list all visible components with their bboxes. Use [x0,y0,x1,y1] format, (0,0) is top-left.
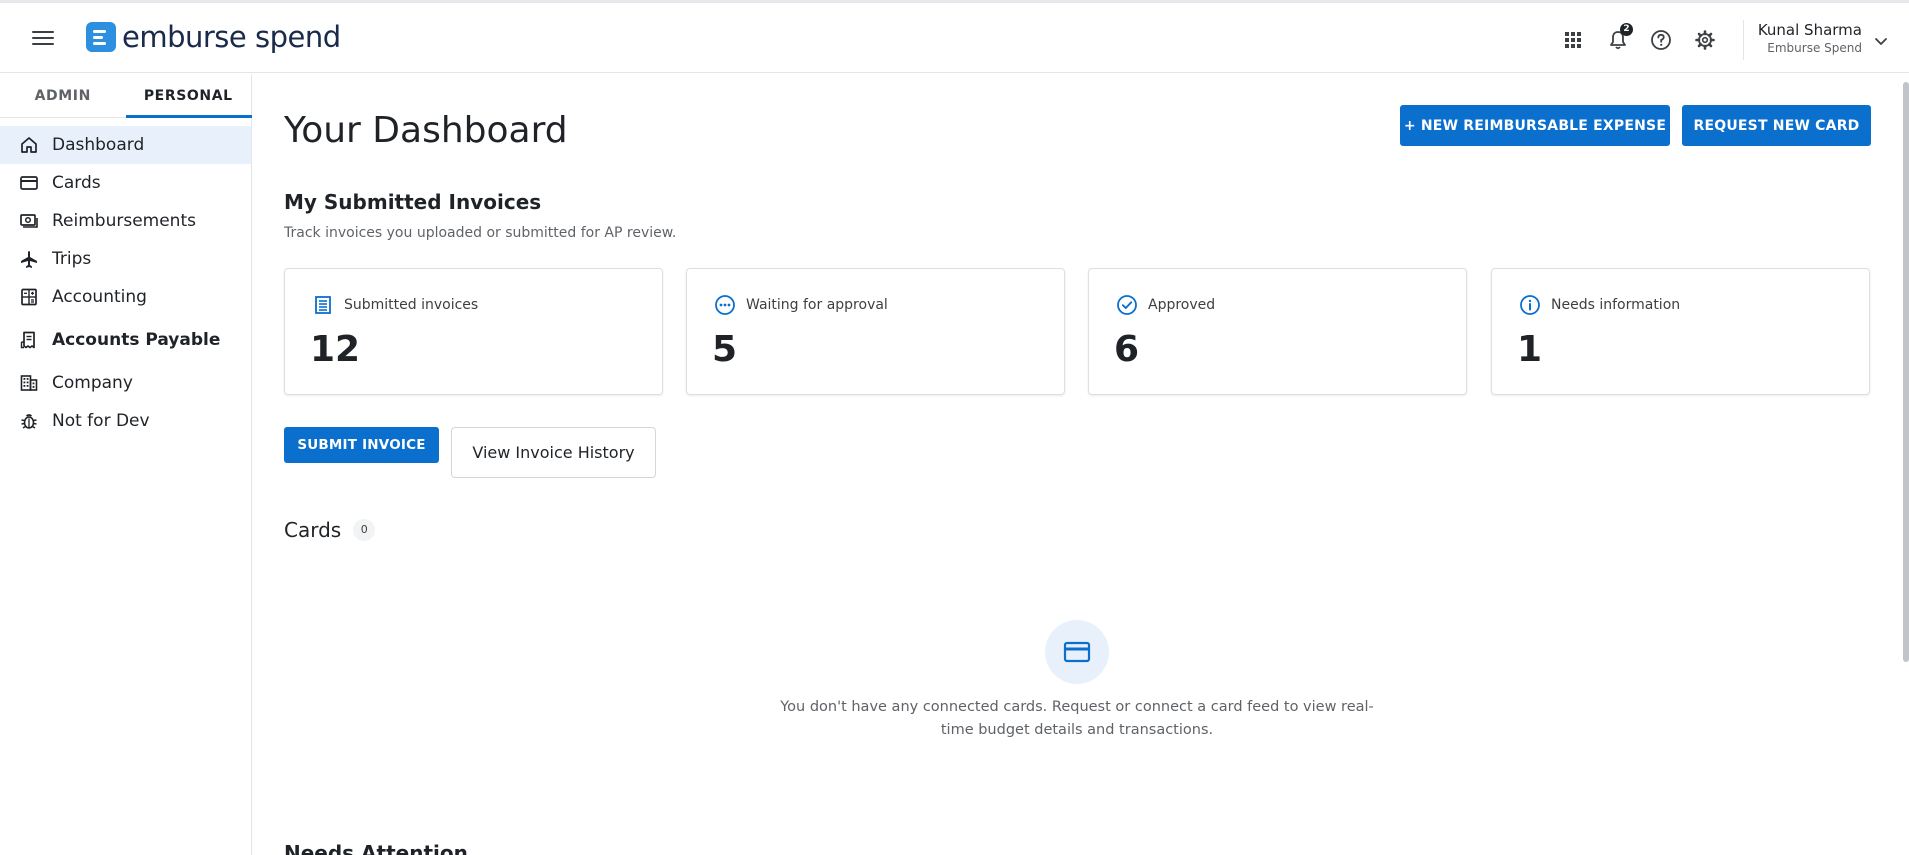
user-org: Emburse Spend [1767,41,1862,55]
empty-cards-icon [1045,620,1109,684]
tab-personal[interactable]: PERSONAL [125,74,251,118]
stat-card-submitted[interactable]: Submitted invoices 12 [284,268,663,395]
sidebar-item-cards[interactable]: Cards [0,164,251,202]
sidebar-item-not-for-dev[interactable]: Not for Dev [0,402,251,440]
stat-value: 5 [712,329,738,370]
sidebar-item-label: Not for Dev [52,411,150,431]
stat-card-needs-info[interactable]: Needs information 1 [1491,268,1870,395]
sidebar-item-accounts-payable[interactable]: Accounts Payable [0,316,251,364]
user-name: Kunal Sharma [1757,21,1862,39]
scrollbar-thumb[interactable] [1903,82,1909,662]
new-reimbursable-expense-button[interactable]: + NEW REIMBURSABLE EXPENSE [1400,105,1670,146]
user-menu[interactable]: Kunal Sharma Emburse Spend [1752,21,1862,55]
sidebar-tabs: ADMIN PERSONAL [0,74,251,118]
logo[interactable]: emburse spend [86,20,341,54]
document-list-icon [312,294,334,316]
building-icon [18,372,40,394]
bell-icon[interactable]: 2 [1607,23,1633,51]
chevron-down-icon[interactable] [1873,33,1889,49]
cash-icon [18,210,40,232]
cards-section-header: Cards 0 [284,518,376,542]
sidebar-item-label: Accounting [52,287,147,307]
cards-section-title: Cards [284,518,342,542]
check-circle-icon [1116,294,1138,316]
stat-card-approved[interactable]: Approved 6 [1088,268,1467,395]
calculator-icon [18,286,40,308]
needs-attention-title: Needs Attention [284,841,468,855]
sidebar-item-label: Trips [52,249,92,269]
invoices-section-title: My Submitted Invoices [284,190,542,214]
bug-icon [18,410,40,432]
menu-icon[interactable] [32,27,54,49]
stat-label: Submitted invoices [344,297,479,313]
sidebar-item-label: Company [52,373,133,393]
app-header: emburse spend 2 Kunal Sharma Emburse Spe… [0,3,1909,73]
view-invoice-history-button[interactable]: View Invoice History [451,427,656,478]
request-new-card-button[interactable]: REQUEST NEW CARD [1682,105,1871,146]
tab-admin[interactable]: ADMIN [0,74,126,117]
stat-label: Approved [1148,297,1216,313]
cards-count-badge: 0 [353,519,376,541]
logo-text: emburse spend [122,20,341,54]
empty-cards-message: You don't have any connected cards. Requ… [780,699,1374,738]
sidebar-item-company[interactable]: Company [0,364,251,402]
sidebar-item-trips[interactable]: Trips [0,240,251,278]
credit-card-icon [18,172,40,194]
info-icon [1519,294,1541,316]
submit-invoice-button[interactable]: SUBMIT INVOICE [284,427,439,463]
page-scrollbar[interactable] [1903,74,1909,855]
main-content: Your Dashboard + NEW REIMBURSABLE EXPENS… [253,74,1909,855]
sidebar-item-label: Accounts Payable [52,330,221,350]
invoices-section-subtitle: Track invoices you uploaded or submitted… [284,225,677,241]
sidebar-item-dashboard[interactable]: Dashboard [0,126,251,164]
stat-value: 1 [1517,329,1543,370]
stat-label: Needs information [1551,297,1681,313]
notification-badge: 2 [1620,23,1633,36]
sidebar: ADMIN PERSONAL Dashboard Cards Reimburse… [0,74,252,855]
sidebar-item-label: Dashboard [52,135,145,155]
help-icon[interactable] [1650,29,1672,51]
logo-mark-icon [86,22,116,52]
sidebar-item-reimbursements[interactable]: Reimbursements [0,202,251,240]
header-divider [1743,20,1744,60]
pending-dots-icon [714,294,736,316]
sidebar-nav: Dashboard Cards Reimbursements Trips Acc… [0,118,251,440]
stat-value: 6 [1114,329,1140,370]
stat-value: 12 [310,329,361,370]
sidebar-item-accounting[interactable]: Accounting [0,278,251,316]
airplane-icon [18,248,40,270]
stat-card-waiting[interactable]: Waiting for approval 5 [686,268,1065,395]
sidebar-item-label: Reimbursements [52,211,196,231]
sidebar-item-label: Cards [52,173,101,193]
stat-label: Waiting for approval [746,297,888,313]
gear-icon[interactable] [1694,29,1716,51]
page-title: Your Dashboard [284,110,568,151]
apps-grid-icon[interactable] [1562,29,1584,51]
home-icon [18,134,40,156]
receipt-icon [18,329,40,351]
